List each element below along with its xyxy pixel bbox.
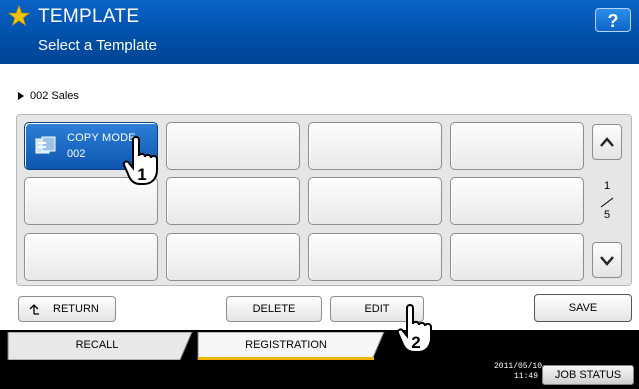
- return-label: RETURN: [53, 303, 99, 315]
- template-button-6[interactable]: [166, 177, 300, 225]
- chevron-down-icon: [600, 256, 614, 266]
- page-total: 5: [603, 209, 611, 221]
- date-time: 2011/05/10 11:49: [494, 362, 543, 382]
- return-arrow-icon: [29, 304, 39, 315]
- return-button[interactable]: RETURN: [18, 296, 116, 322]
- title-bar: TEMPLATE Select a Template ?: [0, 0, 639, 64]
- page-subtitle: Select a Template: [38, 37, 157, 54]
- star-icon: [8, 5, 30, 27]
- copy-mode-icon: [35, 136, 56, 154]
- template-button-4[interactable]: [450, 122, 584, 170]
- chevron-up-icon: [600, 137, 614, 147]
- page-divider: [600, 197, 614, 208]
- template-button-8[interactable]: [450, 177, 584, 225]
- date-label: 2011/05/10: [494, 362, 543, 371]
- tab-recall[interactable]: RECALL: [14, 332, 180, 358]
- scroll-down-button[interactable]: [592, 242, 622, 278]
- play-arrow-icon: [18, 92, 24, 101]
- template-button-12[interactable]: [450, 233, 584, 281]
- job-status-button[interactable]: JOB STATUS: [542, 365, 634, 385]
- template-button-7[interactable]: [308, 177, 442, 225]
- pointing-hand-icon: 2: [396, 304, 432, 353]
- save-button[interactable]: SAVE: [534, 294, 632, 322]
- scroll-up-button[interactable]: [592, 124, 622, 160]
- pointing-hand-icon: 1: [122, 136, 158, 185]
- page-current: 1: [603, 180, 611, 192]
- callout-1: 1: [137, 165, 146, 184]
- breadcrumb: 002 Sales: [18, 90, 79, 102]
- template-button-10[interactable]: [166, 233, 300, 281]
- tab-registration[interactable]: REGISTRATION: [200, 332, 372, 358]
- help-button[interactable]: ?: [595, 8, 631, 32]
- callout-2: 2: [411, 333, 420, 352]
- template-button-9[interactable]: [24, 233, 158, 281]
- page-title: TEMPLATE: [38, 6, 140, 27]
- time-label: 11:49: [513, 372, 538, 381]
- template-button-3[interactable]: [308, 122, 442, 170]
- template-button-11[interactable]: [308, 233, 442, 281]
- breadcrumb-label: 002 Sales: [30, 90, 79, 102]
- template-number: 002: [67, 148, 86, 160]
- delete-button[interactable]: DELETE: [226, 296, 322, 322]
- template-button-2[interactable]: [166, 122, 300, 170]
